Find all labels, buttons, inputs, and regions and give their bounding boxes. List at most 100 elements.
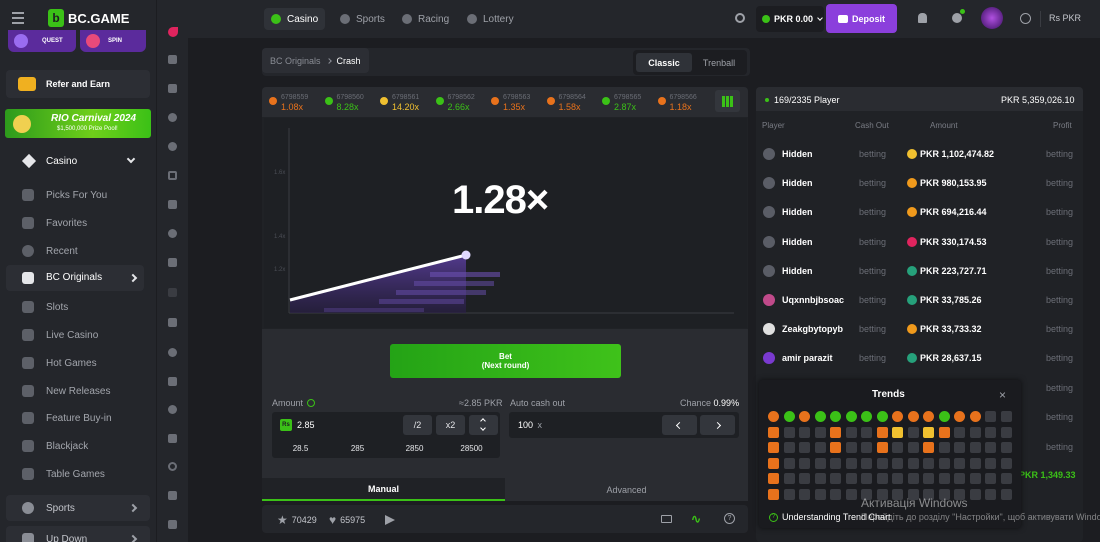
search-icon[interactable] — [735, 13, 745, 23]
player-row[interactable]: Hidden betting PKR 330,174.53 betting — [760, 232, 1080, 252]
player-row[interactable]: Hidden betting PKR 1,102,474.82 betting — [760, 144, 1080, 164]
online-dot — [765, 98, 769, 102]
player-row[interactable]: Uqxnnbjbsoac betting PKR 33,785.26 betting — [760, 290, 1080, 310]
quick-icon-11[interactable] — [168, 318, 177, 327]
preset-button[interactable]: 285 — [329, 439, 386, 457]
auto-decrease-button[interactable] — [662, 415, 697, 435]
player-cashout: betting — [859, 149, 887, 159]
deposit-button[interactable]: Deposit — [826, 4, 897, 33]
history-item[interactable]: 6798563 1.35x — [491, 94, 541, 112]
rocket-icon[interactable] — [168, 27, 178, 37]
preset-button[interactable]: 2850 — [386, 439, 443, 457]
chat-icon[interactable] — [952, 13, 962, 23]
share-icon[interactable] — [385, 515, 395, 525]
keyboard-icon[interactable] — [661, 515, 672, 523]
history-item[interactable]: 6798562 2.66x — [435, 94, 486, 112]
refer-and-earn[interactable]: Refer and Earn — [6, 70, 150, 98]
globe-icon[interactable] — [1020, 13, 1031, 24]
history-item[interactable]: 6798564 1.58x — [546, 94, 597, 112]
preset-button[interactable]: 28500 — [443, 439, 500, 457]
quick-icon-6[interactable] — [168, 171, 177, 180]
sidebar-item-slots[interactable]: Slots — [22, 297, 68, 317]
tab-advanced[interactable]: Advanced — [505, 478, 748, 501]
quick-icon-16[interactable] — [168, 462, 177, 471]
avatar[interactable] — [981, 7, 1003, 29]
history-grid-button[interactable] — [715, 90, 740, 112]
quick-icon-14[interactable] — [168, 405, 177, 414]
sidebar-item-hot-games[interactable]: Hot Games — [22, 353, 97, 373]
tab-classic[interactable]: Classic — [636, 53, 692, 72]
spin-promo[interactable]: SPIN — [80, 30, 146, 52]
sidebar-item-live-casino[interactable]: Live Casino — [22, 325, 98, 345]
auto-cashout-input[interactable]: 100 x — [518, 420, 542, 430]
quest-promo[interactable]: QUEST — [8, 30, 76, 52]
bet-button[interactable]: Bet (Next round) — [390, 344, 621, 378]
balance-selector[interactable]: PKR 0.00 — [756, 6, 824, 32]
player-row[interactable]: Hidden betting PKR 980,153.95 betting — [760, 173, 1080, 193]
quick-icon-4[interactable] — [168, 113, 177, 122]
sidebar-item-sports[interactable]: Sports — [6, 495, 150, 521]
breadcrumb-root[interactable]: BC Originals — [270, 56, 321, 66]
sidebar-item-label: Up Down — [46, 534, 88, 542]
info-icon[interactable] — [307, 399, 316, 407]
hamburger-icon[interactable] — [12, 12, 24, 24]
sidebar-item-favorites[interactable]: Favorites — [22, 213, 87, 233]
sidebar-item-bc-originals[interactable]: BC Originals — [6, 265, 144, 291]
close-icon[interactable]: × — [999, 388, 1006, 402]
player-row[interactable]: amir parazit betting PKR 28,637.15 betting — [760, 348, 1080, 368]
auto-increase-button[interactable] — [700, 415, 735, 435]
brand-logo[interactable]: b BC.GAME — [48, 9, 129, 27]
player-row[interactable]: Hidden betting PKR 694,216.44 betting — [760, 202, 1080, 222]
history-item[interactable]: 6798565 2.87x — [602, 94, 652, 112]
sidebar-item-table-games[interactable]: Table Games — [22, 464, 105, 484]
amount-input[interactable]: 2.85 — [297, 420, 315, 430]
quick-icon-7[interactable] — [168, 200, 177, 209]
quick-icon-12[interactable] — [168, 348, 177, 357]
quick-icon-13[interactable] — [168, 377, 177, 386]
quick-icon-5[interactable] — [168, 142, 177, 151]
trend-chart-icon[interactable]: ∿ — [691, 512, 701, 526]
dice-icon[interactable] — [168, 84, 177, 93]
quick-icon-9[interactable] — [168, 258, 177, 267]
help-icon[interactable]: ? — [724, 513, 735, 524]
quick-icon-17[interactable] — [168, 491, 177, 500]
casino-section-header[interactable]: Casino — [0, 148, 150, 174]
likes-count[interactable]: ♥ 65975 — [329, 513, 365, 527]
sidebar-item-new-releases[interactable]: New Releases — [22, 381, 110, 401]
quick-icon-2[interactable] — [168, 55, 177, 64]
tab-casino[interactable]: Casino — [264, 8, 326, 30]
amount-stepper[interactable] — [469, 415, 498, 435]
half-button[interactable]: /2 — [403, 415, 432, 435]
rio-carnival-banner[interactable]: RIO Carnival 2024 $1,500,000 Prize Pool! — [5, 109, 151, 138]
preset-button[interactable]: 28.5 — [272, 439, 329, 457]
sidebar-item-recent[interactable]: Recent — [22, 241, 78, 261]
coin-icon — [907, 236, 917, 247]
sidebar-item-feature-buy-in[interactable]: Feature Buy-in — [22, 408, 112, 428]
quick-icon-8[interactable] — [168, 229, 177, 238]
bell-icon[interactable] — [918, 13, 927, 23]
history-item[interactable]: 6798559 1.08x — [269, 94, 319, 112]
player-profit: betting — [1046, 207, 1074, 218]
tab-lottery[interactable]: Lottery — [460, 8, 521, 30]
trend-cell — [907, 473, 919, 484]
history-item[interactable]: 6798561 14.20x — [380, 94, 430, 112]
quick-icon-18[interactable] — [168, 520, 177, 529]
fiat-currency-label[interactable]: Rs PKR — [1049, 13, 1081, 23]
sidebar-item-blackjack[interactable]: Blackjack — [22, 436, 88, 456]
breadcrumb-current: Crash — [336, 55, 361, 66]
quick-icon-10[interactable] — [168, 288, 177, 297]
history-item[interactable]: 6798560 8.28x — [324, 94, 375, 112]
tab-trenball[interactable]: Trenball — [693, 53, 745, 72]
tab-sports[interactable]: Sports — [333, 8, 392, 30]
quick-icon-15[interactable] — [168, 434, 177, 443]
tab-racing[interactable]: Racing — [395, 8, 456, 30]
player-row[interactable]: Zeakgbytopyb betting PKR 33,733.32 betting — [760, 319, 1080, 339]
history-item[interactable]: 6798566 1.18x — [657, 94, 708, 112]
tab-manual[interactable]: Manual — [262, 478, 505, 501]
sidebar-item-updown[interactable]: Up Down — [6, 526, 150, 542]
double-button[interactable]: x2 — [436, 415, 465, 435]
stars-value: 70429 — [291, 515, 317, 525]
player-row[interactable]: Hidden betting PKR 223,727.71 betting — [760, 261, 1080, 281]
sidebar-item-picks[interactable]: Picks For You — [22, 185, 107, 205]
stars-count[interactable]: ★ 70429 — [277, 513, 317, 527]
